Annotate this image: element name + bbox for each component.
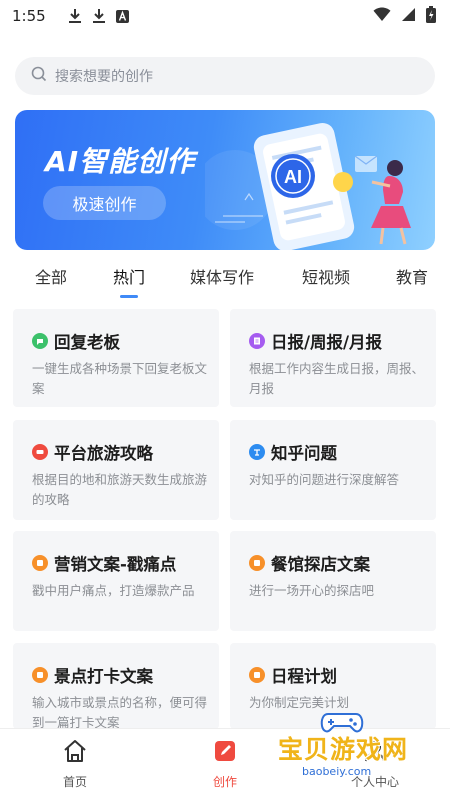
- card-title: 回复老板: [54, 333, 120, 352]
- tab-hot[interactable]: 热门: [113, 264, 145, 288]
- travel-icon: [32, 444, 48, 460]
- template-card[interactable]: 餐馆探店文案 进行一场开心的探店吧: [230, 531, 436, 631]
- card-title: 知乎问题: [271, 444, 337, 463]
- search-icon: [31, 66, 47, 86]
- nav-create-label: 创作: [212, 775, 237, 789]
- watermark-url: baobeiy.com: [302, 765, 372, 778]
- search-placeholder: 搜索想要的创作: [55, 69, 153, 85]
- search-bar[interactable]: 搜索想要的创作: [15, 57, 435, 95]
- nav-home-label: 首页: [62, 775, 87, 789]
- banner-button[interactable]: 极速创作: [43, 186, 166, 220]
- template-card[interactable]: 营销文案-戳痛点 戳中用户痛点，打造爆款产品: [13, 531, 219, 631]
- tab-education[interactable]: 教育: [396, 264, 428, 288]
- tab-media-writing[interactable]: 媒体写作: [190, 264, 254, 288]
- card-description: 一键生成各种场景下回复老板文案: [32, 361, 208, 396]
- card-title: 平台旅游攻略: [54, 444, 153, 463]
- battery-icon: [426, 5, 436, 27]
- card-title: 景点打卡文案: [54, 667, 153, 686]
- marketing-icon: [32, 555, 48, 571]
- scenic-icon: [32, 667, 48, 683]
- reply-icon: [32, 333, 48, 349]
- home-icon: [62, 739, 88, 767]
- template-card[interactable]: 景点打卡文案 输入城市或景点的名称，便可得到一篇打卡文案: [13, 643, 219, 729]
- card-description: 对知乎的问题进行深度解答: [249, 472, 400, 487]
- status-bar: 1:55: [0, 0, 450, 32]
- card-title: 日程计划: [271, 667, 337, 686]
- promo-banner[interactable]: AI智能创作 极速创作 AI: [15, 110, 435, 250]
- tab-all[interactable]: 全部: [35, 264, 67, 288]
- signal-icon: [401, 7, 416, 26]
- tab-short-video[interactable]: 短视频: [302, 264, 350, 288]
- download-icon: [92, 8, 106, 24]
- category-tabs: 全部 热门 媒体写作 短视频 教育: [0, 258, 450, 302]
- restaurant-icon: [249, 555, 265, 571]
- site-watermark: 宝贝游戏网 baobeiy.com: [260, 700, 450, 798]
- card-title: 营销文案-戳痛点: [54, 555, 177, 574]
- template-card[interactable]: 知乎问题 对知乎的问题进行深度解答: [230, 420, 436, 520]
- active-tab-indicator: [120, 295, 138, 298]
- card-description: 进行一场开心的探店吧: [249, 583, 375, 598]
- nav-create[interactable]: 创作: [185, 739, 265, 790]
- ai-phone-illustration: AI: [205, 122, 411, 250]
- card-title: 日报/周报/月报: [271, 333, 383, 352]
- a-icon: [115, 9, 129, 23]
- card-description: 戳中用户痛点，打造爆款产品: [32, 583, 195, 598]
- card-description: 输入城市或景点的名称，便可得到一篇打卡文案: [32, 695, 208, 729]
- download-icon: [68, 8, 82, 24]
- create-icon: [213, 739, 237, 767]
- template-card[interactable]: 平台旅游攻略 根据目的地和旅游天数生成旅游的攻略: [13, 420, 219, 520]
- zhihu-icon: [249, 444, 265, 460]
- banner-title: AI智能创作: [45, 145, 196, 178]
- card-description: 根据工作内容生成日报，周报、月报: [249, 361, 425, 396]
- report-icon: [249, 333, 265, 349]
- watermark-text: 宝贝游戏网: [278, 735, 409, 764]
- wifi-icon: [373, 7, 391, 26]
- ai-badge-text: AI: [284, 167, 302, 187]
- template-card[interactable]: 回复老板 一键生成各种场景下回复老板文案: [13, 309, 219, 407]
- template-card[interactable]: 日报/周报/月报 根据工作内容生成日报，周报、月报: [230, 309, 436, 407]
- card-description: 根据目的地和旅游天数生成旅游的攻略: [32, 472, 208, 507]
- nav-home[interactable]: 首页: [35, 739, 115, 790]
- schedule-icon: [249, 667, 265, 683]
- card-title: 餐馆探店文案: [271, 555, 370, 574]
- status-time: 1:55: [12, 7, 46, 25]
